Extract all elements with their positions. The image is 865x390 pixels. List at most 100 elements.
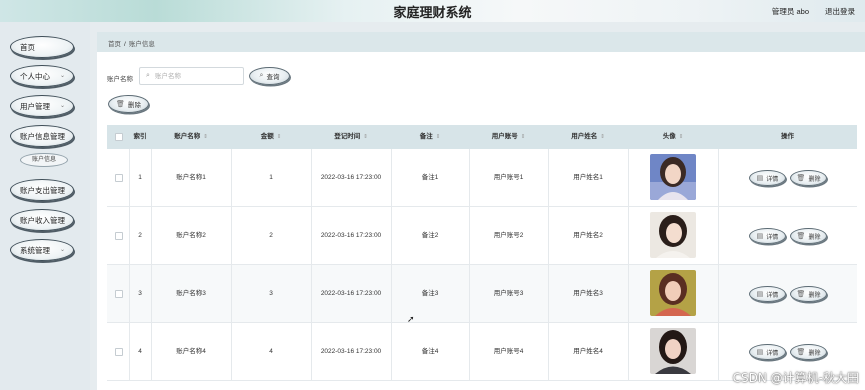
cell-index: 1 (138, 174, 142, 181)
cell-time: 2022-03-16 17:23:00 (320, 232, 382, 239)
cell-note: 备注4 (421, 348, 439, 355)
cell-index: 2 (138, 232, 142, 239)
grid-line (718, 149, 719, 381)
breadcrumb-bar: 首页 / 账户信息 (97, 32, 865, 52)
column-header-user-name[interactable]: 用户姓名 ⇕ (548, 125, 628, 149)
sort-icon: ⇕ (520, 134, 526, 140)
sort-icon: ⇕ (363, 134, 368, 140)
cell-note: 备注1 (421, 174, 439, 181)
cell-user-account: 用户账号2 (493, 232, 524, 239)
search-icon: ⌕ (146, 72, 150, 79)
avatar[interactable] (650, 154, 696, 200)
sort-icon: ⇕ (276, 134, 282, 140)
select-all-checkbox[interactable] (115, 133, 123, 141)
detail-button[interactable]: ▤ 详情 (749, 228, 786, 244)
sidebar-item-account-income-management[interactable]: 账户收入管理 (10, 209, 74, 231)
sidebar-item-account-info-management[interactable]: 账户信息管理 (10, 125, 74, 147)
delete-button[interactable]: 🗑 删除 (790, 344, 827, 360)
grid-line (391, 149, 392, 381)
cell-index: 3 (138, 290, 142, 297)
cell-user-account: 用户账号4 (493, 348, 524, 355)
breadcrumb-separator: / (124, 41, 126, 48)
avatar[interactable] (650, 328, 696, 374)
sort-icon: ⇕ (678, 134, 684, 140)
trash-icon: 🗑 (796, 175, 806, 182)
grid-line (469, 149, 470, 381)
document-icon: ▤ (756, 349, 764, 356)
cell-account-name: 账户名称1 (176, 174, 206, 181)
sidebar-item-home[interactable]: 首页 (10, 36, 74, 58)
app-title: 家庭理财系统 (393, 5, 472, 20)
search-button[interactable]: ⌕ 查询 (249, 67, 290, 85)
detail-button[interactable]: ▤ 详情 (749, 344, 786, 360)
delete-button[interactable]: 🗑 删除 (790, 228, 827, 244)
top-header: 家庭理财系统 管理员 abo 退出登录 (0, 0, 865, 22)
column-header-account-name[interactable]: 账户名称 ⇕ (151, 125, 231, 149)
cell-account-name: 账户名称4 (176, 348, 206, 355)
avatar[interactable] (650, 212, 696, 258)
grid-line (231, 149, 232, 381)
sidebar-item-label: 账户支出管理 (20, 185, 65, 195)
delete-button-label: 删除 (127, 102, 141, 109)
sidebar-item-label: 用户管理 (20, 101, 50, 111)
trash-icon: 🗑 (796, 349, 806, 356)
search-icon: ⌕ (259, 72, 264, 79)
watermark: CSDN @计算机-秋大田 (732, 371, 859, 385)
table-header: 索引 账户名称 ⇕ 金额 ⇕ 登记时间 ⇕ 备注 ⇕ 用户账号 ⇕ 用户姓名 ⇕ 头像 ⇕ 操… (107, 125, 857, 149)
grid-line (548, 149, 549, 381)
column-header-time[interactable]: 登记时间 ⇕ (311, 125, 391, 149)
column-header-avatar[interactable]: 头像 ⇕ (628, 125, 718, 149)
sidebar-item-label: 账户信息管理 (20, 131, 65, 141)
cell-account-name: 账户名称3 (176, 290, 206, 297)
delete-button[interactable]: 🗑 删除 (790, 286, 827, 302)
column-header-user-account[interactable]: 用户账号 ⇕ (469, 125, 548, 149)
row-checkbox[interactable] (115, 348, 123, 356)
cell-index: 4 (138, 348, 142, 355)
sort-icon: ⇕ (600, 134, 605, 140)
detail-button[interactable]: ▤ 详情 (749, 286, 786, 302)
search-field[interactable]: ⌕ (139, 67, 244, 85)
column-header-note[interactable]: 备注 ⇕ (391, 125, 469, 149)
grid-line (129, 149, 130, 381)
sidebar-item-account-expense-management[interactable]: 账户支出管理 (10, 179, 74, 201)
sidebar: 首页 个人中心 ⌄ 用户管理 ⌄ 账户信息管理 账户信息 账户支出管理 账户收入… (0, 22, 90, 390)
chevron-down-icon: ⌄ (59, 247, 65, 253)
logout-link[interactable]: 退出登录 (825, 6, 855, 17)
cell-user-name: 用户姓名1 (573, 174, 603, 181)
breadcrumb-home[interactable]: 首页 (108, 41, 121, 48)
cell-amount: 4 (269, 348, 273, 355)
avatar[interactable] (650, 270, 696, 316)
breadcrumb-current: 账户信息 (128, 41, 155, 48)
table-row: 2 账户名称2 2 2022-03-16 17:23:00 备注2 用户账号2 … (107, 207, 857, 265)
detail-button[interactable]: ▤ 详情 (749, 170, 786, 186)
grid-line (311, 149, 312, 381)
table-row: 1 账户名称1 1 2022-03-16 17:23:00 备注1 用户账号1 … (107, 149, 857, 207)
search-input[interactable] (155, 70, 241, 82)
sidebar-item-system-management[interactable]: 系统管理 ⌄ (10, 239, 74, 261)
row-checkbox[interactable] (115, 174, 123, 182)
batch-delete-button[interactable]: 🗑 删除 (108, 95, 149, 113)
submenu-item-account-info[interactable]: 账户信息 (20, 153, 68, 167)
cell-time: 2022-03-16 17:23:00 (320, 290, 382, 297)
row-checkbox[interactable] (115, 290, 123, 298)
mouse-cursor-icon: ➚ (407, 314, 415, 324)
sidebar-item-label: 账户收入管理 (20, 215, 65, 225)
sort-icon: ⇕ (203, 134, 208, 140)
cell-user-name: 用户姓名3 (573, 290, 603, 297)
row-checkbox[interactable] (115, 232, 123, 240)
cell-note: 备注3 (421, 290, 439, 297)
breadcrumb: 首页 / 账户信息 (108, 38, 155, 48)
sidebar-item-label: 首页 (20, 42, 35, 52)
column-header-amount[interactable]: 金额 ⇕ (231, 125, 311, 149)
cell-user-account: 用户账号3 (493, 290, 524, 297)
chevron-down-icon: ⌄ (59, 103, 65, 109)
cell-amount: 1 (269, 174, 273, 181)
trash-icon: 🗑 (796, 233, 806, 240)
sidebar-item-user-management[interactable]: 用户管理 ⌄ (10, 95, 74, 117)
delete-button[interactable]: 🗑 删除 (790, 170, 827, 186)
column-header-index: 索引 (133, 133, 147, 140)
document-icon: ▤ (756, 175, 764, 182)
sidebar-item-personal-center[interactable]: 个人中心 ⌄ (10, 65, 74, 87)
sidebar-item-label: 系统管理 (20, 245, 50, 255)
column-header-actions: 操作 (781, 133, 794, 140)
